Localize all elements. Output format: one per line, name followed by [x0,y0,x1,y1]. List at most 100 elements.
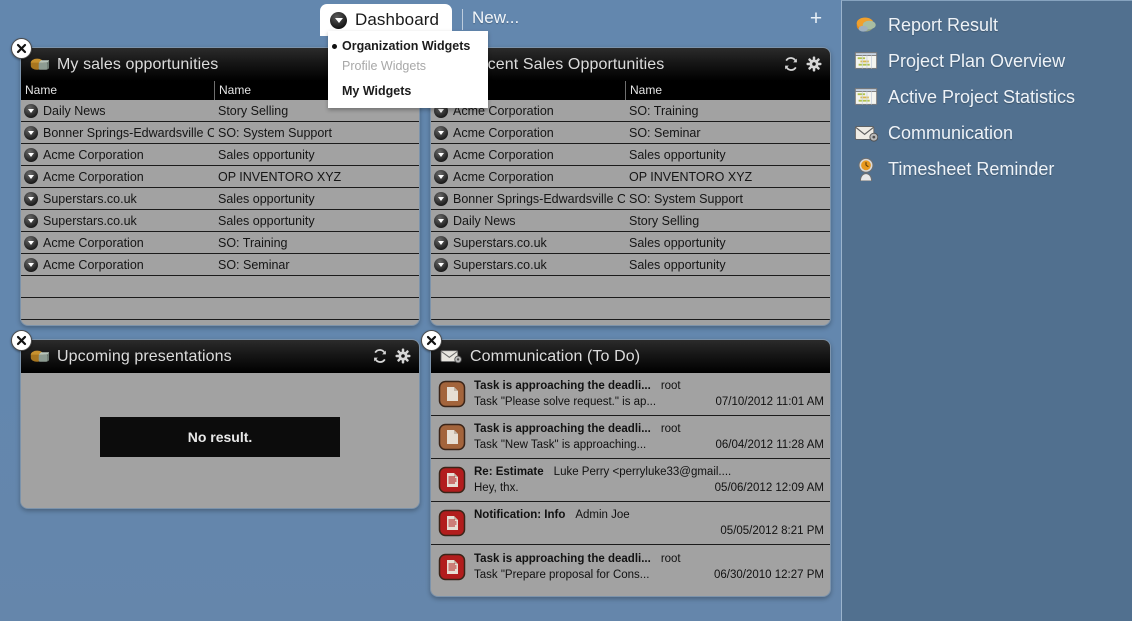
cell-opportunity: SO: System Support [629,191,743,206]
communication-list-item[interactable]: Task is approaching the deadli... root Tas… [431,373,830,416]
table-row[interactable]: Bonner Springs-Edwardsville Chie SO: Syst… [21,122,419,144]
communication-subject: Task is approaching the deadli... [474,423,651,435]
gear-icon[interactable] [395,348,411,364]
chevron-down-icon[interactable] [434,213,448,228]
table-row[interactable]: Superstars.co.uk Sales opportunity [431,232,830,254]
communication-item-footer: Task "Please solve request." is ap... 07/… [474,396,824,408]
chevron-down-icon[interactable] [24,235,38,250]
table-row[interactable]: Acme Corporation SO: Training [431,100,830,122]
widget-header: Recent Sales Opportunities [431,48,830,81]
table-row[interactable]: Acme Corporation Sales opportunity [431,144,830,166]
table-row[interactable]: Acme Corporation SO: Training [21,232,419,254]
table-row[interactable]: Acme Corporation OP INVENTORO XYZ [21,166,419,188]
table-row[interactable]: Bonner Springs-Edwardsville Chie SO: Syst… [431,188,830,210]
cell-opportunity: Sales opportunity [629,257,726,272]
chevron-down-icon[interactable] [24,125,38,140]
communication-list-item[interactable]: Re: Estimate Luke Perry <perryluke33@gmai… [431,459,830,502]
cell-name: Acme Corporation [431,122,625,144]
add-tab-button[interactable]: + [807,8,825,29]
chevron-down-icon[interactable] [434,235,448,250]
chevron-down-icon[interactable] [24,169,38,184]
chevron-down-icon[interactable] [24,103,38,118]
table-row[interactable]: Acme Corporation Sales opportunity [21,144,419,166]
refresh-icon[interactable] [372,348,388,364]
widget-recent-sales-opportunities: Recent Sales Opportunities Name Acme Cor… [430,47,831,326]
communication-sender: Luke Perry <perryluke33@gmail.... [553,466,732,478]
communication-subject: Re: Estimate [474,466,544,478]
cell-text: Superstars.co.uk [43,191,137,206]
table-row-empty [431,298,830,320]
communication-item-header: Re: Estimate Luke Perry <perryluke33@gmai… [474,466,824,478]
communication-item-body: Re: Estimate Luke Perry <perryluke33@gmai… [474,466,824,494]
chevron-down-icon[interactable] [24,257,38,272]
menu-item-my-widgets[interactable]: My Widgets [328,81,488,101]
communication-list-item[interactable]: Task is approaching the deadli... root Tas… [431,416,830,459]
dashboard-dropdown-menu[interactable]: Organization Widgets Profile Widgets My … [328,31,488,108]
widget-communication-todo: Communication (To Do) Task is approachin… [421,330,831,597]
sidebar-item-communication[interactable]: Communication [842,115,1132,151]
chevron-down-icon[interactable] [24,147,38,162]
table-row[interactable]: Superstars.co.uk Sales opportunity [21,188,419,210]
chevron-down-icon[interactable] [434,147,448,162]
no-result-message: No result. [100,416,340,457]
communication-sender: root [660,423,681,435]
message-document-icon [438,466,466,494]
gear-icon[interactable] [806,56,822,72]
menu-item-label: My Widgets [342,84,412,98]
table-body: Acme Corporation SO: Training Acme Corpora… [431,100,830,320]
chevron-down-icon[interactable] [434,169,448,184]
table-row[interactable]: Acme Corporation SO: Seminar [21,254,419,276]
communication-item-footer: Hey, thx. 05/06/2012 12:09 AM [474,482,824,494]
communication-preview: Task "New Task" is approaching... [474,439,647,451]
cell-text: Acme Corporation [43,235,144,250]
close-icon[interactable] [421,330,442,351]
chevron-down-icon[interactable] [24,191,38,206]
table-row-empty [431,276,830,298]
cell-text: Bonner Springs-Edwardsville Chie [43,125,214,140]
chevron-down-icon[interactable] [434,257,448,272]
cell-name: Superstars.co.uk [431,232,625,254]
widget-title: Communication (To Do) [470,347,641,365]
cube-widget-icon [30,350,49,362]
refresh-icon[interactable] [783,56,799,72]
sidebar-item-report-result[interactable]: Report Result [842,7,1132,43]
chevron-down-icon[interactable] [434,191,448,206]
cell-opportunity: Story Selling [629,213,700,228]
tab-new[interactable]: New... [472,8,519,28]
communication-list-item[interactable]: Notification: Info Admin Joe 05/05/2012 8:… [431,502,830,545]
chevron-down-icon[interactable] [434,125,448,140]
table-row[interactable]: Superstars.co.uk Sales opportunity [21,210,419,232]
table-row-empty [21,276,419,298]
sidebar-item-timesheet-reminder[interactable]: Timesheet Reminder [842,151,1132,187]
communication-list-item[interactable]: Task is approaching the deadli... root Tas… [431,545,830,588]
communication-sender: root [660,552,681,565]
column-header-opportunity[interactable]: Name [625,81,830,100]
sidebar-item-active-project-statistics[interactable]: Active Project Statistics [842,79,1132,115]
cell-text: Acme Corporation [43,257,144,272]
widget-title: Recent Sales Opportunities [467,55,665,73]
cell-opportunity: SO: Seminar [218,257,290,272]
chevron-down-icon[interactable] [330,11,347,29]
table-row[interactable]: Superstars.co.uk Sales opportunity [431,254,830,276]
communication-item-body: Task is approaching the deadli... root Tas… [474,380,824,408]
communication-item-header: Task is approaching the deadli... root [474,423,824,435]
table-row[interactable]: Acme Corporation OP INVENTORO XYZ [431,166,830,188]
column-header-name[interactable]: Name [21,81,214,100]
cell-name: Acme Corporation [431,166,625,188]
menu-item-organization-widgets[interactable]: Organization Widgets [328,36,488,56]
cell-text: Acme Corporation [453,147,554,162]
chevron-down-icon[interactable] [24,213,38,228]
task-document-icon [438,423,466,451]
close-icon[interactable] [11,330,32,351]
cell-name: Acme Corporation [21,254,214,276]
sidebar-item-project-plan-overview[interactable]: Project Plan Overview [842,43,1132,79]
cube-widget-icon [30,58,49,70]
right-sidebar: Report Result Project Plan Overview Active… [841,0,1132,621]
close-icon[interactable] [11,38,32,59]
cell-opportunity: Sales opportunity [218,191,315,206]
table-row[interactable]: Acme Corporation SO: Seminar [431,122,830,144]
communication-item-body: Notification: Info Admin Joe 05/05/2012 8:… [474,509,824,537]
table-row[interactable]: Daily News Story Selling [431,210,830,232]
communication-subject: Task is approaching the deadli... [474,380,651,392]
task-document-icon [438,380,466,408]
